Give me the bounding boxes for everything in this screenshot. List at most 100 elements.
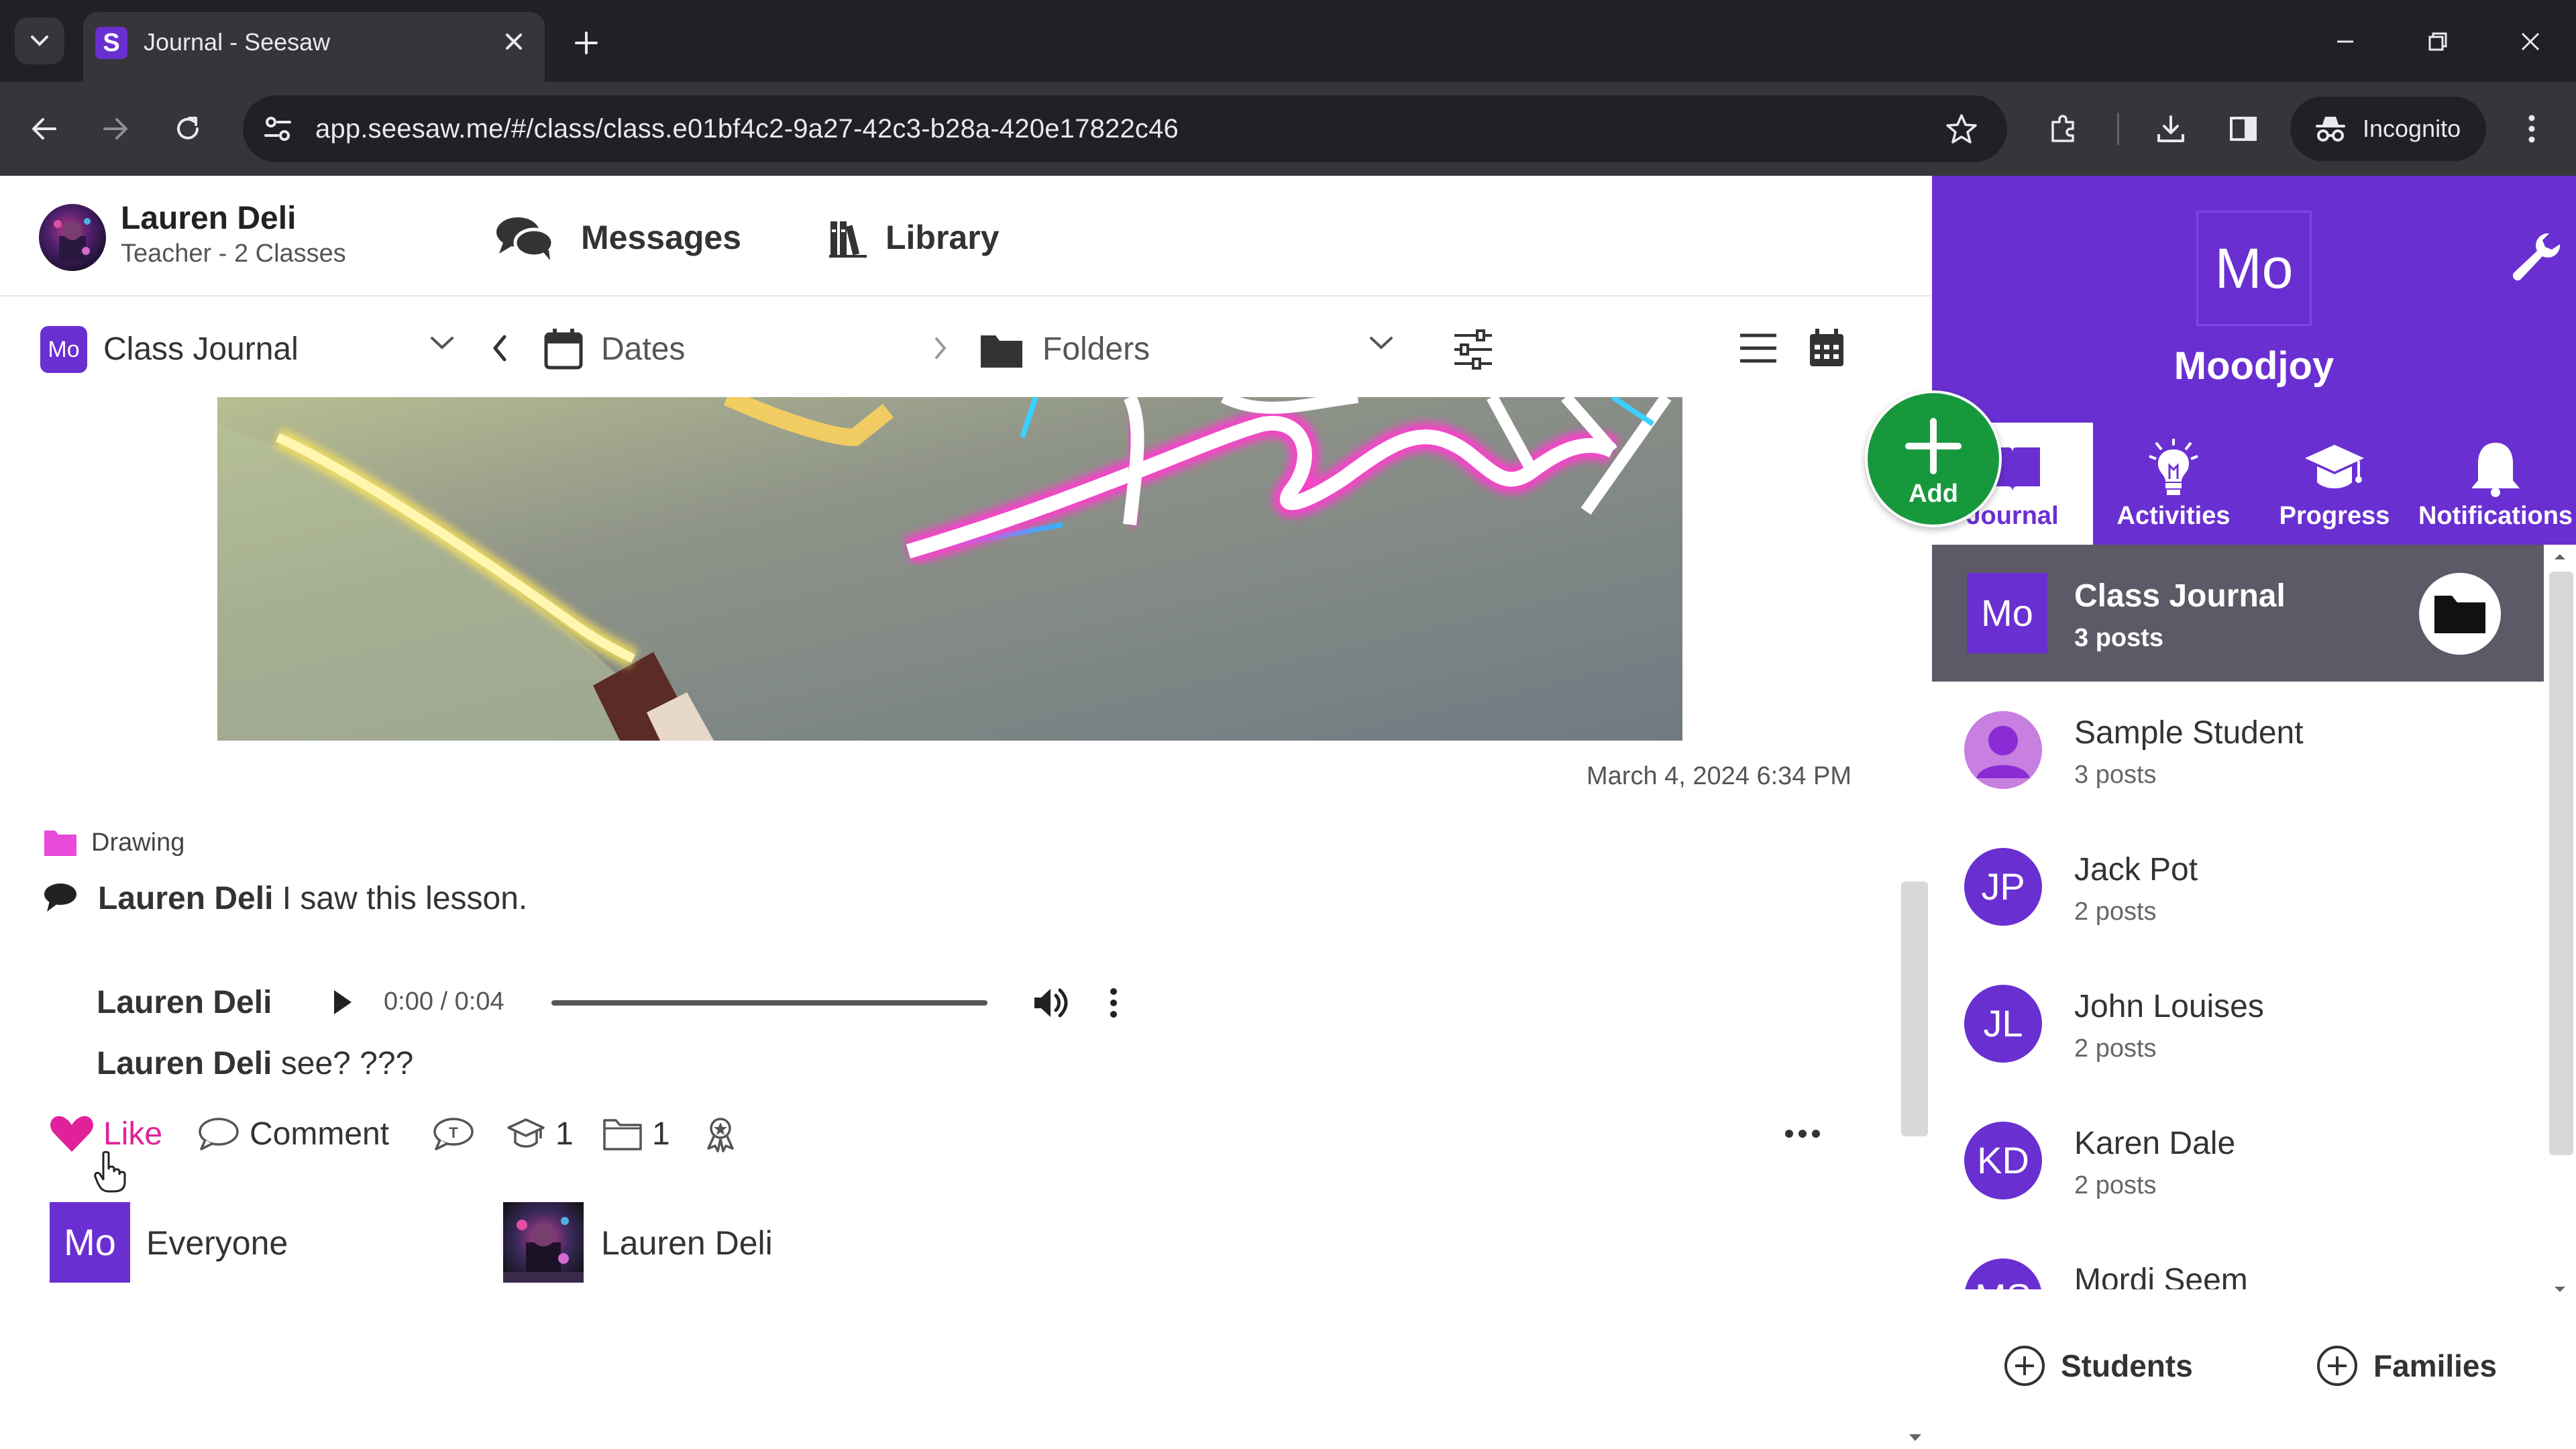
tab-notifications[interactable]: Notifications	[2415, 423, 2576, 545]
like-label: Like	[103, 1116, 163, 1152]
bell-icon	[2471, 443, 2520, 497]
folder-icon	[44, 830, 76, 856]
browser-menu-button[interactable]	[2508, 105, 2556, 153]
messages-link[interactable]: Messages	[494, 211, 741, 264]
post-drawing-image[interactable]	[217, 397, 1682, 741]
add-students-button[interactable]: Students	[2003, 1339, 2193, 1393]
filter-settings-button[interactable]	[1452, 329, 1495, 370]
teacher-comment-button[interactable]: T	[432, 1100, 475, 1167]
list-view-button[interactable]	[1739, 331, 1778, 365]
list-item-student[interactable]: JP Jack Pot 2 posts	[1932, 818, 2544, 955]
post-folder-tag[interactable]: Drawing	[43, 824, 184, 861]
class-settings-button[interactable]	[2510, 231, 2561, 282]
minimize-button[interactable]	[2312, 16, 2379, 67]
list-item-student[interactable]: Sample Student 3 posts	[1932, 682, 2544, 818]
post-actions: Like Comment T 1 1	[43, 1100, 1881, 1167]
feed-scrollbar[interactable]	[1898, 397, 1932, 1449]
class-badge: Mo	[40, 326, 87, 373]
student-name: Jack Pot	[2074, 852, 2198, 888]
sidebar-add-bar: Students Families	[1932, 1316, 2576, 1449]
close-icon	[2521, 32, 2540, 51]
site-info-button[interactable]	[259, 110, 297, 148]
class-folders-button[interactable]	[2419, 573, 2501, 655]
bookmark-star-button[interactable]	[1943, 110, 1980, 148]
forward-button[interactable]	[89, 102, 142, 156]
post-folders-button[interactable]: 1	[602, 1100, 670, 1167]
list-item-class-journal[interactable]: Mo Class Journal 3 posts	[1932, 545, 2544, 682]
dates-previous-button[interactable]	[490, 333, 510, 364]
dates-next-button[interactable]	[932, 335, 949, 361]
toolbar-divider	[2117, 113, 2119, 145]
caption-author: Lauren Deli	[98, 880, 274, 916]
plus-icon	[1905, 418, 1962, 474]
folder-icon	[979, 330, 1024, 369]
class-select[interactable]: Class Journal	[103, 329, 299, 370]
class-sidebar: Mo Moodjoy Journal Activities Progress N…	[1932, 176, 2576, 1449]
svg-text:T: T	[449, 1124, 458, 1141]
back-button[interactable]	[17, 102, 71, 156]
avatar[interactable]	[39, 204, 106, 271]
new-tab-button[interactable]	[565, 21, 608, 64]
audio-volume-button[interactable]	[1032, 986, 1069, 1020]
incognito-indicator[interactable]: Incognito	[2290, 97, 2486, 161]
library-link[interactable]: Library	[829, 211, 1000, 264]
plus-circle-icon	[2004, 1346, 2045, 1386]
audio-player: 0:00 / 0:04	[322, 973, 1154, 1033]
tab-progress[interactable]: Progress	[2254, 423, 2415, 545]
folders-chevron[interactable]	[1368, 334, 1394, 352]
skills-button[interactable]: 1	[506, 1100, 574, 1167]
audio-play-button[interactable]	[330, 987, 354, 1017]
incognito-icon	[2316, 117, 2345, 142]
comment-button[interactable]: Comment	[197, 1100, 389, 1167]
folders-filter[interactable]: Folders	[1042, 329, 1150, 370]
calendar-icon	[543, 327, 584, 370]
puzzle-icon	[2051, 115, 2074, 142]
student-name: Sample Student	[2074, 715, 2304, 751]
student-post-count: 3 posts	[2074, 761, 2157, 789]
avatar-photo-icon	[503, 1217, 584, 1283]
seesaw-favicon-icon: S	[95, 27, 127, 59]
class-select-chevron[interactable]	[429, 334, 455, 352]
comment-text: see? ???	[280, 1045, 414, 1081]
tab-search-button[interactable]	[15, 17, 64, 64]
plus-circle-icon	[2317, 1346, 2357, 1386]
student-initials: MS	[1964, 1258, 2042, 1289]
add-post-button[interactable]: Add	[1865, 390, 2002, 527]
voice-comment-author: Lauren Deli	[97, 985, 272, 1020]
add-families-button[interactable]: Families	[2316, 1339, 2497, 1393]
class-header: Mo Moodjoy	[1932, 176, 2576, 423]
star-icon	[1946, 114, 1977, 144]
extensions-button[interactable]	[2039, 105, 2088, 153]
student-list-scroll-thumb[interactable]	[2549, 572, 2573, 1155]
downloads-button[interactable]	[2147, 105, 2195, 153]
tab-close-button[interactable]	[496, 24, 531, 59]
reload-button[interactable]	[161, 102, 215, 156]
messages-label: Messages	[581, 219, 742, 256]
badge-button[interactable]	[700, 1100, 741, 1167]
tab-label: Progress	[2279, 502, 2390, 530]
feed-scroll-thumb[interactable]	[1901, 881, 1928, 1136]
user-name: Lauren Deli	[121, 201, 297, 236]
list-item-student[interactable]: KD Karen Dale 2 posts	[1932, 1092, 2544, 1229]
restore-icon	[2428, 32, 2447, 51]
close-window-button[interactable]	[2497, 16, 2564, 67]
class-name[interactable]: Moodjoy	[1932, 339, 2576, 393]
journal-feed: March 4, 2024 6:34 PM Drawing Lauren Del…	[0, 397, 1905, 1449]
student-list-scrollbar[interactable]	[2544, 545, 2576, 1303]
side-panel-button[interactable]	[2219, 105, 2267, 153]
audio-seek-bar[interactable]	[551, 1000, 987, 1006]
dates-filter[interactable]: Dates	[601, 329, 685, 370]
url-text[interactable]: app.seesaw.me/#/class/class.e01bf4c2-9a2…	[315, 112, 1179, 146]
address-bar[interactable]: app.seesaw.me/#/class/class.e01bf4c2-9a2…	[243, 95, 2007, 162]
tab-activities[interactable]: Activities	[2093, 423, 2254, 545]
list-item-student[interactable]: MSMordi Seem2 posts	[1932, 1229, 2544, 1289]
chevron-right-icon	[935, 337, 946, 359]
audio-time: 0:00 / 0:04	[384, 987, 504, 1016]
comment-author: Lauren Deli	[97, 1045, 272, 1081]
audio-more-button[interactable]	[1108, 986, 1119, 1020]
list-item-student[interactable]: JL John Louises 2 posts	[1932, 955, 2544, 1092]
restore-button[interactable]	[2404, 16, 2471, 67]
student-post-count: 2 posts	[2074, 898, 2157, 926]
calendar-view-button[interactable]	[1809, 329, 1845, 368]
post-more-button[interactable]	[1784, 1100, 1821, 1167]
